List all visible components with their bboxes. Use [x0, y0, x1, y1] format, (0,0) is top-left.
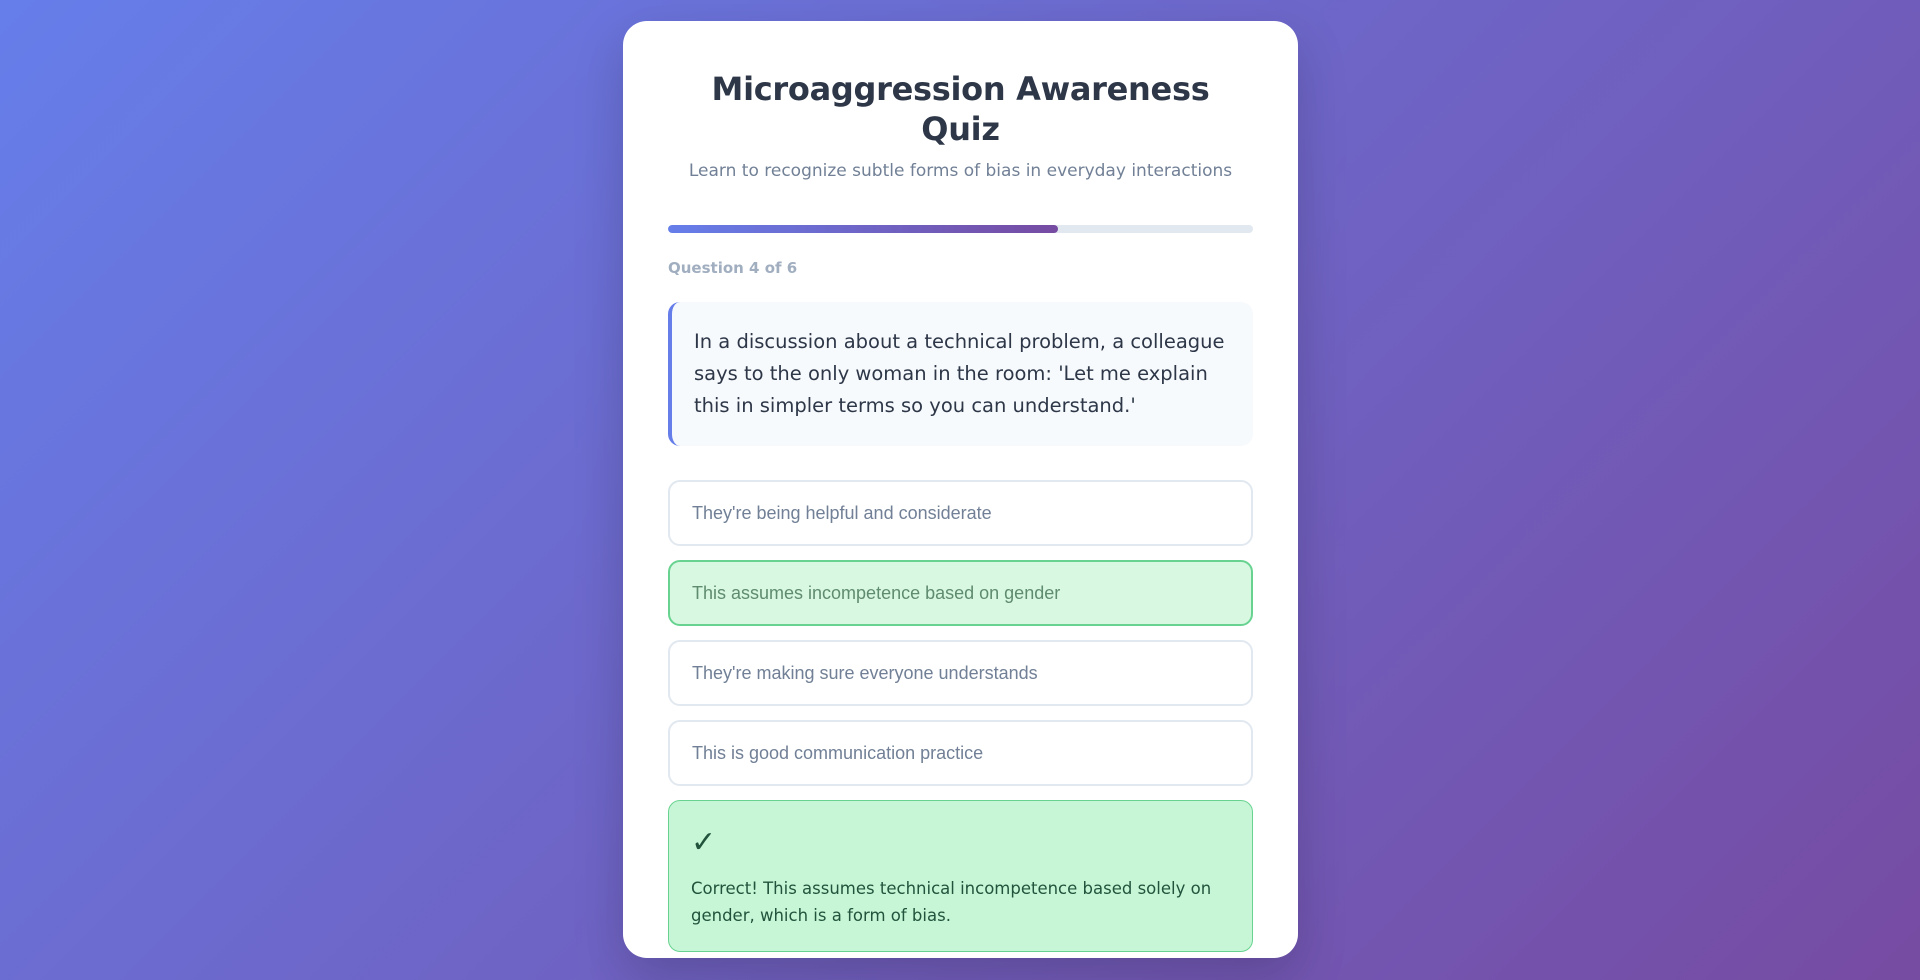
progress-bar	[668, 225, 1253, 233]
answer-options: They're being helpful and considerate Th…	[668, 480, 1253, 786]
question-text: In a discussion about a technical proble…	[668, 302, 1253, 446]
option-button[interactable]: They're making sure everyone understands	[668, 640, 1253, 706]
feedback-text: Correct! This assumes technical incompet…	[691, 879, 1212, 925]
checkmark-icon: ✓	[691, 825, 717, 860]
page-subtitle: Learn to recognize subtle forms of bias …	[688, 161, 1233, 181]
question-counter: Question 4 of 6	[668, 259, 798, 277]
quiz-card: Microaggression Awareness Quiz Learn to …	[623, 21, 1298, 958]
option-button[interactable]: This assumes incompetence based on gende…	[668, 560, 1253, 626]
option-button[interactable]: This is good communication practice	[668, 720, 1253, 786]
feedback-panel: ✓ Correct! This assumes technical incomp…	[668, 800, 1253, 952]
option-button[interactable]: They're being helpful and considerate	[668, 480, 1253, 546]
progress-bar-fill	[668, 225, 1059, 233]
page-title: Microaggression Awareness Quiz	[711, 70, 1210, 148]
